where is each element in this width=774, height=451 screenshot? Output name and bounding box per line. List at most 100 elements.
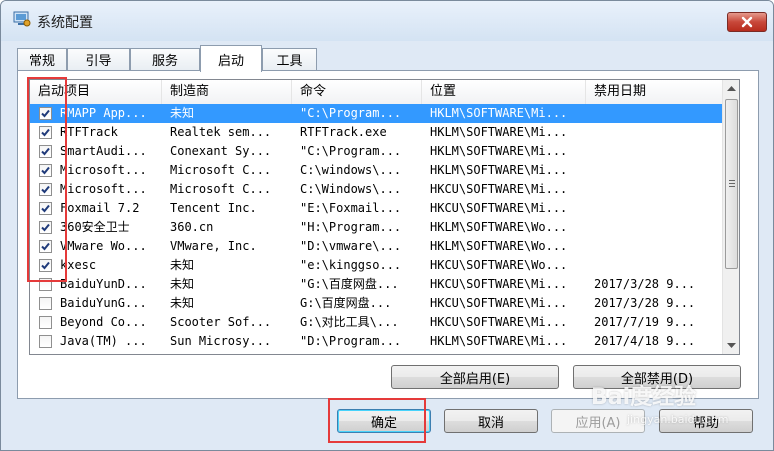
row-checkbox[interactable] xyxy=(39,202,52,215)
tab-startup[interactable]: 启动 xyxy=(200,45,262,72)
column-header-location[interactable]: 位置 xyxy=(422,80,586,104)
checkmark-icon xyxy=(41,128,50,137)
scroll-grip-line xyxy=(729,186,735,187)
cell-startup-item: Foxmail 7.2 xyxy=(60,201,140,215)
row-checkbox[interactable] xyxy=(39,316,52,329)
checkmark-icon xyxy=(41,185,50,194)
cell-date-disabled xyxy=(594,104,720,123)
cell-manufacturer: Sun Microsy... xyxy=(170,334,272,348)
column-header-command[interactable]: 命令 xyxy=(292,80,422,104)
checkmark-icon xyxy=(41,242,50,251)
row-checkbox[interactable] xyxy=(39,126,52,139)
checkmark-icon xyxy=(41,223,50,232)
cell-date-disabled xyxy=(594,199,720,218)
table-row[interactable]: Microsoft... Microsoft C... C:\windows\...… xyxy=(30,161,722,180)
cell-date-disabled xyxy=(594,256,720,275)
table-row[interactable]: SmartAudi... Conexant Sy... "C:\Program...… xyxy=(30,142,722,161)
row-checkbox[interactable] xyxy=(39,297,52,310)
cell-startup-item: RTFTrack xyxy=(60,125,118,139)
table-row[interactable]: VMware Wo... VMware, Inc. "D:\vmware\... HK… xyxy=(30,237,722,256)
window-title: 系统配置 xyxy=(37,15,93,31)
cell-command: RTFTrack.exe xyxy=(300,125,387,139)
row-checkbox[interactable] xyxy=(39,183,52,196)
cell-command: C:\windows\... xyxy=(300,163,402,177)
cell-startup-item: Java(TM) ... xyxy=(60,334,147,348)
enable-all-button[interactable]: 全部启用(E) xyxy=(391,365,559,389)
scroll-up-arrow[interactable] xyxy=(723,80,739,97)
watermark-logo: Bai度经验 xyxy=(591,385,697,410)
row-checkbox[interactable] xyxy=(39,221,52,234)
cell-location: HKCU\SOFTWARE\Mi... xyxy=(430,277,568,291)
row-checkbox[interactable] xyxy=(39,107,52,120)
checkmark-icon xyxy=(41,261,50,270)
vertical-scrollbar[interactable] xyxy=(722,80,739,354)
cell-date-disabled xyxy=(594,180,720,199)
cell-date-disabled: 2017/3/28 9... xyxy=(594,296,696,310)
cell-command: "G:\百度网盘... xyxy=(300,277,399,291)
scroll-thumb[interactable] xyxy=(725,99,738,269)
cell-manufacturer: 360.cn xyxy=(170,220,214,234)
table-row[interactable]: RTFTrack Realtek sem... RTFTrack.exe HKLM\S… xyxy=(30,123,722,142)
row-checkbox[interactable] xyxy=(39,164,52,177)
cell-location: HKLM\SOFTWARE\Mi... xyxy=(430,106,568,120)
cell-date-disabled xyxy=(594,123,720,142)
tab-services[interactable]: 服务 xyxy=(130,48,200,70)
cell-manufacturer: 未知 xyxy=(170,106,195,120)
cell-command: G:\对比工具\... xyxy=(300,315,399,329)
cell-startup-item: kxesc xyxy=(60,258,97,272)
cell-command: "C:\Program... xyxy=(300,144,402,158)
row-checkbox[interactable] xyxy=(39,145,52,158)
table-row[interactable]: Beyond Co... Scooter Sof... G:\对比工具\... HKC… xyxy=(30,313,722,332)
table-row[interactable]: Microsoft... Microsoft C... C:\Windows\...… xyxy=(30,180,722,199)
cell-location: HKCU\SOFTWARE\Mi... xyxy=(430,182,568,196)
cell-startup-item: Microsoft... xyxy=(60,163,147,177)
cell-location: HKCU\SOFTWARE\Wo... xyxy=(430,258,568,272)
row-checkbox[interactable] xyxy=(39,335,52,348)
row-checkbox[interactable] xyxy=(39,259,52,272)
cell-location: HKCU\SOFTWARE\Mi... xyxy=(430,201,568,215)
cancel-button[interactable]: 取消 xyxy=(444,409,538,433)
close-icon xyxy=(741,16,753,28)
row-checkbox[interactable] xyxy=(39,278,52,291)
checkmark-icon xyxy=(41,204,50,213)
cell-manufacturer: Microsoft C... xyxy=(170,182,272,196)
column-header-manufacturer[interactable]: 制造商 xyxy=(162,80,292,104)
cell-manufacturer: Realtek sem... xyxy=(170,125,272,139)
cell-date-disabled xyxy=(594,218,720,237)
column-header-startup-item[interactable]: 启动项目 xyxy=(30,80,162,104)
scroll-grip-line xyxy=(729,183,735,184)
tab-general[interactable]: 常规 xyxy=(17,48,67,70)
tab-tools[interactable]: 工具 xyxy=(262,48,317,70)
ok-button[interactable]: 确定 xyxy=(337,409,431,433)
scroll-down-arrow[interactable] xyxy=(723,337,739,354)
cell-manufacturer: Tencent Inc. xyxy=(170,201,257,215)
checkmark-icon xyxy=(41,109,50,118)
cell-location: HKLM\SOFTWARE\Mi... xyxy=(430,125,568,139)
cell-date-disabled xyxy=(594,142,720,161)
cell-date-disabled: 2017/4/18 9... xyxy=(594,334,696,348)
cell-location: HKLM\SOFTWARE\Mi... xyxy=(430,334,568,348)
table-row[interactable]: kxesc 未知 "e:\kinggso... HKCU\SOFTWARE\Wo... xyxy=(30,256,722,275)
cell-command: C:\Windows\... xyxy=(300,182,402,196)
table-row[interactable]: BaiduYunG... 未知 G:\百度网盘... HKCU\SOFTWARE\Mi… xyxy=(30,294,722,313)
startup-items-list[interactable]: 启动项目 制造商 命令 位置 禁用日期 RMAPP App... 未知 "C:\Pr… xyxy=(29,79,740,355)
chevron-up-icon xyxy=(727,85,736,91)
table-row[interactable]: Java(TM) ... Sun Microsy... "D:\Program...… xyxy=(30,332,722,351)
cell-manufacturer: 未知 xyxy=(170,296,195,310)
column-header-date-disabled[interactable]: 禁用日期 xyxy=(586,80,722,104)
cell-date-disabled: 2017/3/28 9... xyxy=(594,277,696,291)
table-row[interactable]: BaiduYunD... 未知 "G:\百度网盘... HKCU\SOFTWARE\M… xyxy=(30,275,722,294)
table-row[interactable]: Foxmail 7.2 Tencent Inc. "E:\Foxmail... HKC… xyxy=(30,199,722,218)
checkmark-icon xyxy=(41,147,50,156)
table-row[interactable]: 360安全卫士 360.cn "H:\Program... HKLM\SOFTWARE… xyxy=(30,218,722,237)
watermark-url: jingyan.baidu.com xyxy=(627,413,729,426)
cell-location: HKLM\SOFTWARE\Mi... xyxy=(430,144,568,158)
cell-location: HKLM\SOFTWARE\Mi... xyxy=(430,163,568,177)
cell-date-disabled xyxy=(594,161,720,180)
row-checkbox[interactable] xyxy=(39,240,52,253)
tab-boot[interactable]: 引导 xyxy=(67,48,130,70)
cell-manufacturer: Conexant Sy... xyxy=(170,144,272,158)
table-row[interactable]: RMAPP App... 未知 "C:\Program... HKLM\SOFTWAR… xyxy=(30,104,722,123)
title-bar[interactable]: 系统配置 xyxy=(1,1,773,41)
close-button[interactable] xyxy=(727,12,767,32)
